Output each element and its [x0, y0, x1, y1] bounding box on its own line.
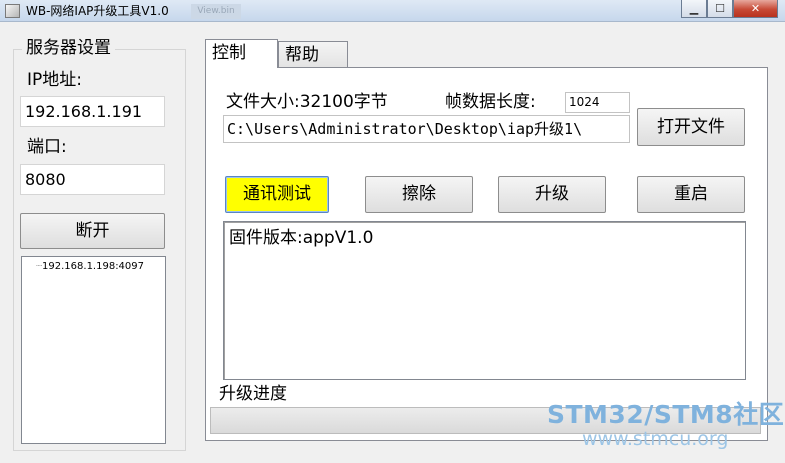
file-size-text: 文件大小:32100字节	[226, 92, 388, 112]
comm-test-button[interactable]: 通讯测试	[225, 176, 329, 213]
server-settings-title: 服务器设置	[22, 37, 115, 59]
restart-button[interactable]: 重启	[637, 176, 745, 213]
port-label: 端口:	[27, 137, 67, 157]
disconnect-button[interactable]: 断开	[20, 213, 165, 249]
window-title: WB-网络IAP升级工具V1.0	[26, 4, 169, 18]
ip-label: IP地址:	[27, 70, 82, 90]
client-list[interactable]: ┈192.168.1.198:4097	[21, 256, 166, 444]
minimize-button[interactable]: ▁	[681, 0, 707, 18]
client-list-item[interactable]: ┈192.168.1.198:4097	[36, 261, 144, 273]
upgrade-button[interactable]: 升级	[498, 176, 606, 213]
port-field[interactable]: 8080	[20, 164, 165, 195]
erase-button[interactable]: 擦除	[365, 176, 473, 213]
background-window-tab: View.bin	[191, 4, 241, 19]
frame-length-field[interactable]: 1024	[565, 92, 630, 113]
log-line: 固件版本:appV1.0	[229, 228, 374, 248]
file-path-field[interactable]: C:\Users\Administrator\Desktop\iap升级1\	[223, 115, 630, 143]
ip-address-field[interactable]: 192.168.1.191	[20, 96, 165, 127]
app-icon	[5, 4, 20, 18]
open-file-button[interactable]: 打开文件	[637, 108, 745, 146]
frame-length-label: 帧数据长度:	[445, 92, 536, 112]
title-bar: WB-网络IAP升级工具V1.0 View.bin ▁ ☐ ✕	[0, 0, 785, 22]
progress-label: 升级进度	[219, 384, 287, 404]
tab-control[interactable]: 控制	[205, 39, 278, 68]
close-button[interactable]: ✕	[733, 0, 778, 18]
tab-help[interactable]: 帮助	[278, 41, 348, 68]
maximize-button[interactable]: ☐	[707, 0, 733, 18]
watermark-url: www.stmcu.org	[582, 428, 729, 450]
log-textbox[interactable]: 固件版本:appV1.0	[223, 221, 746, 380]
watermark-logo: STM32/STM8社区	[547, 400, 785, 429]
